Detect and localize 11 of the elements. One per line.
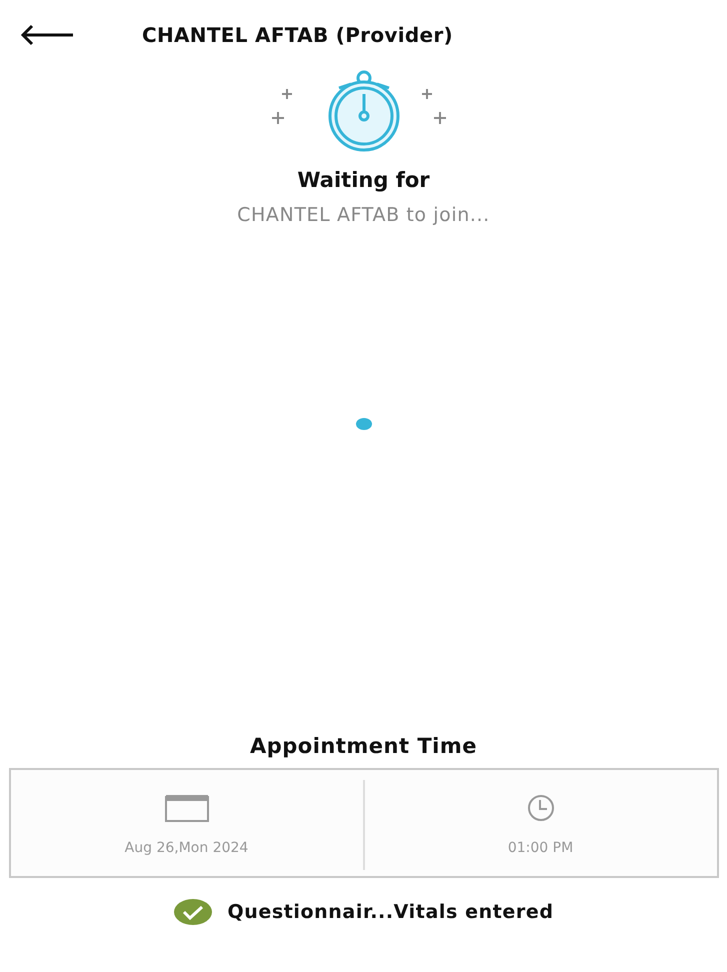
clock-icon xyxy=(526,794,556,822)
provider-title: CHANTEL AFTAB (Provider) xyxy=(142,23,453,47)
appointment-time: 01:00 PM xyxy=(508,840,574,856)
waiting-message: CHANTEL AFTAB to join... xyxy=(237,204,490,226)
back-arrow-icon xyxy=(20,24,74,46)
status-label: Questionnair...Vitals entered xyxy=(227,901,554,923)
appointment-date: Aug 26,Mon 2024 xyxy=(124,840,248,856)
loading-indicator xyxy=(356,418,372,430)
appointment-heading: Appointment Time xyxy=(250,734,477,758)
calendar-icon xyxy=(164,794,208,822)
waiting-heading: Waiting for xyxy=(297,168,430,192)
